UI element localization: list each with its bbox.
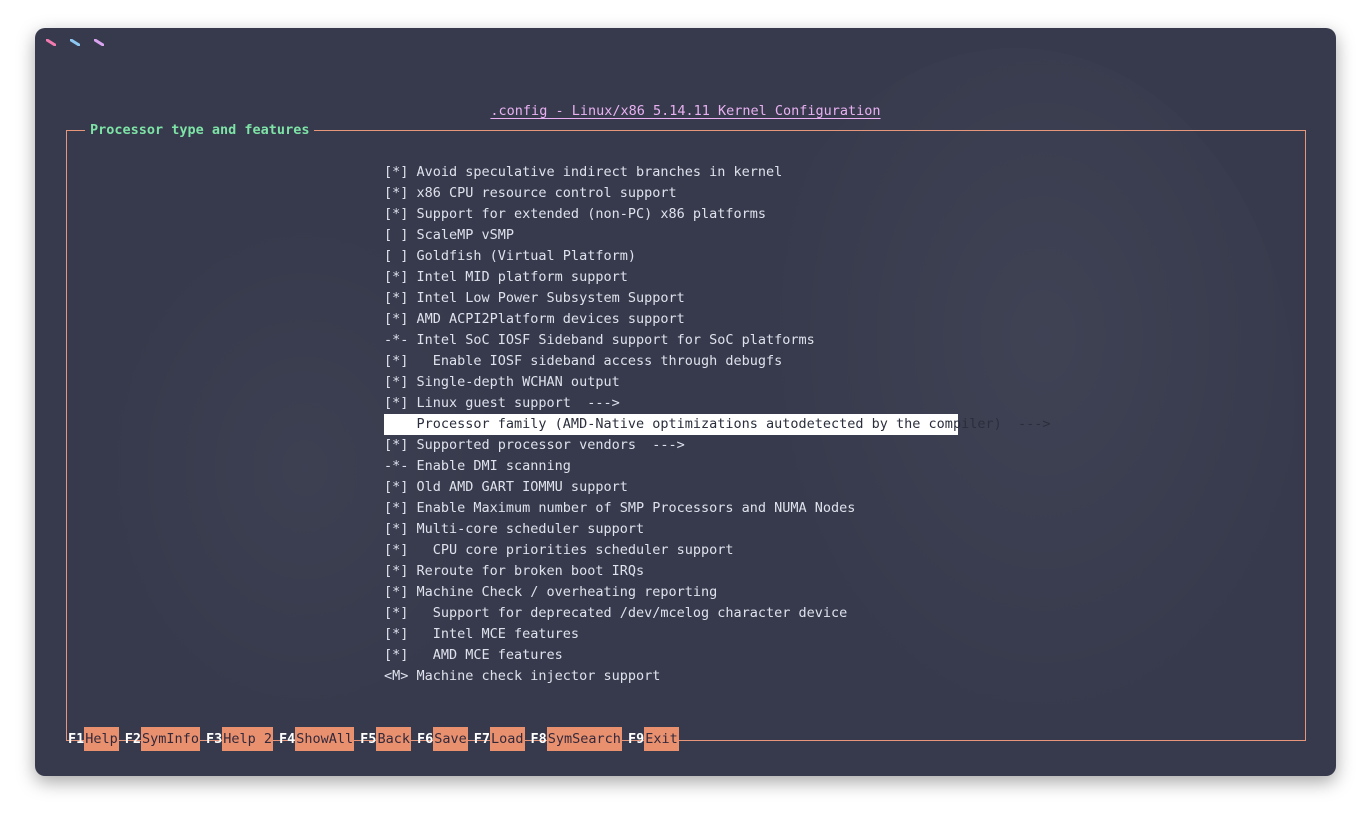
fkey-f7-button[interactable]: F7 Load [474,727,525,751]
fkey-number: F9 [627,731,645,747]
window-controls [46,39,104,46]
fkey-label: SymSearch [546,727,622,751]
fkey-label: Exit [644,727,679,751]
fkey-number: F2 [124,731,142,747]
menu-item[interactable]: [*] Avoid speculative indirect branches … [384,162,958,183]
config-title-text: .config - Linux/x86 5.14.11 Kernel Confi… [490,103,881,119]
fkey-number: F4 [279,731,296,747]
menu-item[interactable]: -*- Enable DMI scanning [384,456,958,477]
menu-item[interactable]: [*] Multi-core scheduler support [384,519,958,540]
menu-item[interactable]: [*] Intel MCE features [384,624,958,645]
fkey-number: F1 [68,731,85,747]
fkey-f3-button[interactable]: F3 Help 2 [206,727,273,751]
menu-item[interactable]: [*] Enable IOSF sideband access through … [384,351,958,372]
menu-item[interactable]: [ ] ScaleMP vSMP [384,225,958,246]
fkey-label: ShowAll [295,727,355,751]
fkey-number: F7 [473,731,490,747]
menu-item[interactable]: <M> Machine check injector support [384,666,958,687]
minimize-icon[interactable] [70,39,80,46]
fkey-f4-button[interactable]: F4 ShowAll [279,727,355,751]
menu-item[interactable]: -*- Intel SoC IOSF Sideband support for … [384,330,958,351]
fkey-label: Help 2 [222,727,273,751]
close-icon[interactable] [46,39,56,46]
menu-item[interactable]: [*] Linux guest support ---> [384,393,958,414]
section-title: Processor type and features [85,122,315,138]
fkey-label: Help [84,727,119,751]
fkey-f2-button[interactable]: F2 SymInfo [125,727,200,751]
fkey-label: Back [376,727,411,751]
menu-item[interactable]: [*] AMD MCE features [384,645,958,666]
menu-item[interactable]: [*] Intel Low Power Subsystem Support [384,288,958,309]
menu-item-selected[interactable]: Processor family (AMD-Native optimizatio… [384,414,1050,435]
fkey-f5-button[interactable]: F5 Back [360,727,411,751]
menu-list: [*] Avoid speculative indirect branches … [384,162,1050,687]
menu-item[interactable]: [*] Machine Check / overheating reportin… [384,582,958,603]
menu-item[interactable]: [*] x86 CPU resource control support [384,183,958,204]
fkey-f1-button[interactable]: F1 Help [68,727,119,751]
menu-item[interactable]: [*] Old AMD GART IOMMU support [384,477,958,498]
fkey-f8-button[interactable]: F8 SymSearch [531,727,622,751]
fkey-f9-button[interactable]: F9 Exit [628,727,679,751]
fkey-number: F6 [416,731,434,747]
menu-item[interactable]: [*] Supported processor vendors ---> [384,435,958,456]
maximize-icon[interactable] [94,39,104,46]
fkey-label: Save [433,727,468,751]
menu-item[interactable]: [*] Enable Maximum number of SMP Process… [384,498,958,519]
fkey-number: F5 [360,731,377,747]
fkey-number: F3 [205,731,223,747]
menu-item[interactable]: [*] CPU core priorities scheduler suppor… [384,540,958,561]
menu-item[interactable]: [*] Support for deprecated /dev/mcelog c… [384,603,958,624]
fkey-f6-button[interactable]: F6 Save [417,727,468,751]
menu-item[interactable]: [*] Intel MID platform support [384,267,958,288]
terminal-window: .config - Linux/x86 5.14.11 Kernel Confi… [35,28,1336,776]
menu-item[interactable]: [ ] Goldfish (Virtual Platform) [384,246,958,267]
menu-item[interactable]: [*] Single-depth WCHAN output [384,372,958,393]
fkey-number: F8 [530,731,547,747]
menu-item[interactable]: [*] AMD ACPI2Platform devices support [384,309,958,330]
fkey-label: Load [490,727,525,751]
function-key-bar: F1 Help F2 SymInfo F3 Help 2 F4 ShowAll F5 Back F6… [68,727,685,751]
fkey-label: SymInfo [141,727,200,751]
menu-item[interactable]: [*] Support for extended (non-PC) x86 pl… [384,204,958,225]
menu-item[interactable]: [*] Reroute for broken boot IRQs [384,561,958,582]
config-title: .config - Linux/x86 5.14.11 Kernel Confi… [35,100,1336,119]
